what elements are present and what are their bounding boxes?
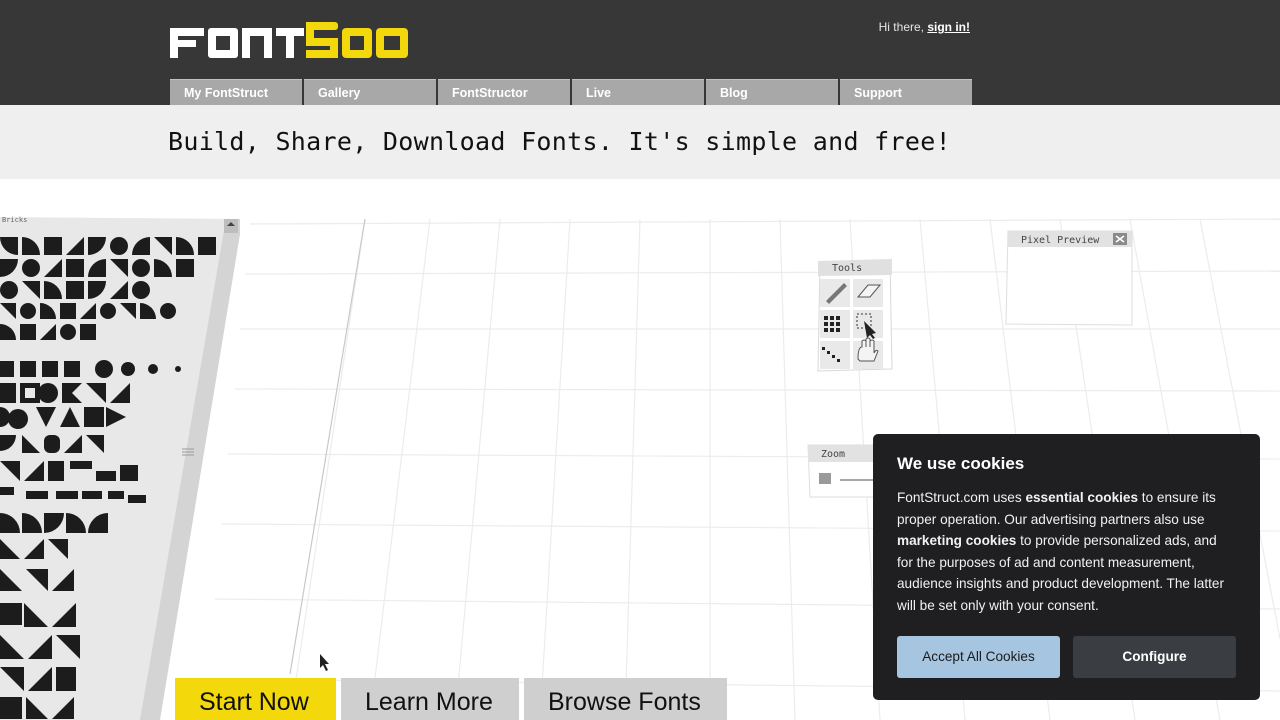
fontstruct-logo[interactable] xyxy=(170,20,410,62)
browse-fonts-button[interactable]: Browse Fonts xyxy=(524,678,727,720)
pixel-preview-label: Pixel Preview xyxy=(1021,235,1100,246)
zoom-panel-label: Zoom xyxy=(821,449,845,460)
tools-panel-label: Tools xyxy=(832,263,862,274)
mouse-cursor-icon xyxy=(320,654,329,671)
cookie-text: FontStruct.com uses essential cookies to… xyxy=(897,490,1224,613)
main-nav: My FontStruct Gallery FontStructor Live … xyxy=(170,79,972,105)
configure-cookies-button[interactable]: Configure xyxy=(1073,636,1236,678)
nav-item-gallery[interactable]: Gallery xyxy=(304,79,436,105)
tagline: Build, Share, Download Fonts. It's simpl… xyxy=(168,127,951,156)
nav-item-support[interactable]: Support xyxy=(840,79,972,105)
bricks-panel-label: Bricks xyxy=(2,216,27,224)
site-header: Hi there, sign in! My FontStruct Gallery… xyxy=(0,0,1280,105)
pixel-preview-panel: Pixel Preview xyxy=(1005,230,1133,326)
nav-item-fontstructor[interactable]: FontStructor xyxy=(438,79,570,105)
marketing-cookies-text: marketing cookies xyxy=(897,533,1017,549)
signin-prompt: Hi there, sign in! xyxy=(879,20,970,34)
nav-item-blog[interactable]: Blog xyxy=(706,79,838,105)
cookie-consent-dialog: We use cookies FontStruct.com uses essen… xyxy=(873,434,1260,700)
tools-panel: Tools xyxy=(817,259,893,372)
greeting-text: Hi there, xyxy=(878,20,928,34)
signin-link[interactable]: sign in! xyxy=(927,20,970,34)
cookie-title: We use cookies xyxy=(897,454,1025,473)
accept-all-cookies-button[interactable]: Accept All Cookies xyxy=(897,636,1060,678)
start-now-button[interactable]: Start Now xyxy=(175,678,336,720)
essential-cookies-text: essential cookies xyxy=(1025,490,1139,505)
learn-more-button[interactable]: Learn More xyxy=(341,678,519,720)
tagline-band: Build, Share, Download Fonts. It's simpl… xyxy=(0,105,1280,179)
nav-item-my-fontstruct[interactable]: My FontStruct xyxy=(170,79,302,105)
nav-item-live[interactable]: Live xyxy=(572,79,704,105)
